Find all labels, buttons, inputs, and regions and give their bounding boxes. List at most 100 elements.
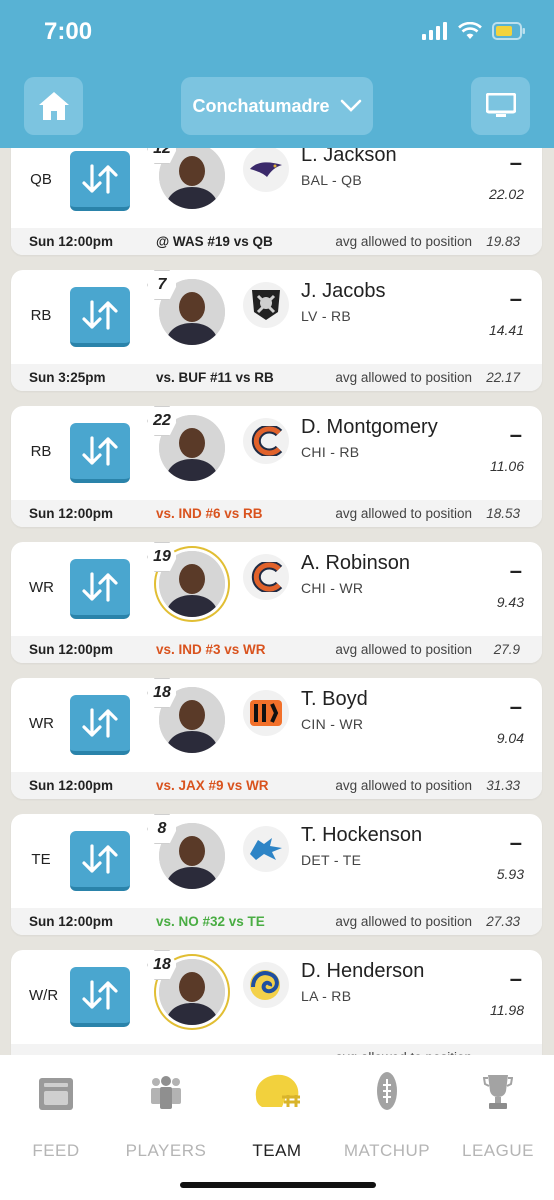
projection: – xyxy=(509,830,522,855)
player-team-position: CHI - RB xyxy=(301,444,360,460)
battery-icon xyxy=(492,22,525,40)
helmet-icon xyxy=(255,1074,300,1107)
status-icons xyxy=(422,22,526,40)
bears-logo-icon xyxy=(243,554,289,600)
slot-position: RB xyxy=(30,443,52,460)
feed-icon xyxy=(39,1078,73,1110)
swap-player-button[interactable] xyxy=(70,695,130,755)
player-name[interactable]: T. Boyd xyxy=(301,688,368,711)
matchup-bar: Sun 12:00pm vs. IND #6 vs RB avg allowed… xyxy=(11,500,542,527)
avg-allowed-value: 22.17 xyxy=(486,370,520,385)
roster-list[interactable]: QB 12 L. Jackson BAL - QB – 22.02 Sun 12… xyxy=(0,148,554,1055)
tab-label: LEAGUE xyxy=(462,1141,534,1160)
tab-label: MATCHUP xyxy=(343,1141,431,1160)
avg-allowed-value: 19.83 xyxy=(486,234,520,249)
tab-players[interactable]: PLAYERS xyxy=(116,1071,216,1161)
player-team-position: DET - TE xyxy=(301,852,362,868)
projection: – xyxy=(509,286,522,311)
projection: – xyxy=(509,150,522,175)
home-indicator xyxy=(180,1182,376,1188)
tab-matchup[interactable]: MATCHUP xyxy=(337,1071,437,1161)
player-team-position: CHI - WR xyxy=(301,580,364,596)
swap-player-button[interactable] xyxy=(70,967,130,1027)
ravens-logo-icon xyxy=(243,148,289,192)
slot-position: WR xyxy=(29,579,54,596)
player-name[interactable]: J. Jacobs xyxy=(301,280,385,303)
roster-card[interactable]: TE 8 T. Hockenson DET - TE – 5.93 Sun 12… xyxy=(11,814,542,935)
team-name: Conchatumadre xyxy=(192,95,330,116)
player-name[interactable]: D. Montgomery xyxy=(301,416,438,439)
opponent-rank: vs. IND #6 vs RB xyxy=(156,506,263,521)
trophy-icon xyxy=(483,1075,513,1109)
roster-card[interactable]: WR 19 A. Robinson CHI - WR – 9.43 Sun 12… xyxy=(11,542,542,663)
monitor-icon xyxy=(485,93,516,117)
bengals-logo-icon xyxy=(243,690,289,736)
swap-arrows-icon xyxy=(82,436,118,466)
football-icon xyxy=(377,1072,397,1110)
bears-logo-icon xyxy=(243,418,289,464)
tab-team[interactable]: TEAM xyxy=(227,1071,327,1161)
roster-card[interactable]: W/R 18 D. Henderson LA - RB – 11.98 avg … xyxy=(11,950,542,1055)
swap-arrows-icon xyxy=(82,980,118,1010)
player-team-position: CIN - WR xyxy=(301,716,364,732)
tv-button[interactable] xyxy=(471,77,530,135)
player-name[interactable]: A. Robinson xyxy=(301,552,410,575)
roster-card[interactable]: RB 7 J. Jacobs LV - RB – 14.41 Sun 3:25p… xyxy=(11,270,542,391)
player-team-position: LV - RB xyxy=(301,308,352,324)
tab-feed[interactable]: FEED xyxy=(6,1071,106,1161)
projection: – xyxy=(509,558,522,583)
roster-card[interactable]: QB 12 L. Jackson BAL - QB – 22.02 Sun 12… xyxy=(11,148,542,255)
game-time: Sun 12:00pm xyxy=(29,506,114,521)
app-header: 7:00 Conchatumadre xyxy=(0,0,554,148)
avg-allowed-value: 18.53 xyxy=(486,506,520,521)
matchup-bar: Sun 12:00pm vs. IND #3 vs WR avg allowed… xyxy=(11,636,542,663)
matchup-bar: Sun 3:25pm vs. BUF #11 vs RB avg allowed… xyxy=(11,364,542,391)
slot-position: QB xyxy=(30,171,52,188)
swap-player-button[interactable] xyxy=(70,287,130,347)
swap-arrows-icon xyxy=(82,708,118,738)
swap-player-button[interactable] xyxy=(70,831,130,891)
avg-allowed-value: 27.33 xyxy=(486,914,520,929)
swap-arrows-icon xyxy=(82,300,118,330)
team-selector[interactable]: Conchatumadre xyxy=(181,77,373,135)
player-name[interactable]: L. Jackson xyxy=(301,148,397,167)
player-team-position: LA - RB xyxy=(301,988,352,1004)
raiders-logo-icon xyxy=(243,282,289,328)
game-time: Sun 3:25pm xyxy=(29,370,106,385)
home-icon xyxy=(38,92,69,120)
status-time: 7:00 xyxy=(44,18,93,45)
tab-bar: FEED PLAYERS TEAM MATCHUP LEAGUE xyxy=(0,1055,554,1200)
swap-player-button[interactable] xyxy=(70,151,130,211)
roster-card[interactable]: WR 18 T. Boyd CIN - WR – 9.04 Sun 12:00p… xyxy=(11,678,542,799)
avg-allowed-label: avg allowed to position xyxy=(335,914,472,929)
swap-player-button[interactable] xyxy=(70,559,130,619)
player-name[interactable]: T. Hockenson xyxy=(301,824,422,847)
swap-player-button[interactable] xyxy=(70,423,130,483)
avg-allowed-label: avg allowed to position xyxy=(335,370,472,385)
game-time: Sun 12:00pm xyxy=(29,234,114,249)
matchup-bar: Sun 12:00pm @ WAS #19 vs QB avg allowed … xyxy=(11,228,542,255)
home-button[interactable] xyxy=(24,77,83,135)
avg-allowed-label: avg allowed to position xyxy=(335,642,472,657)
slot-position: W/R xyxy=(29,987,59,1004)
points-score: 11.98 xyxy=(490,1002,524,1018)
opponent-rank: vs. BUF #11 vs RB xyxy=(156,370,274,385)
points-score: 11.06 xyxy=(490,458,524,474)
points-score: 22.02 xyxy=(488,186,524,202)
matchup-bar: avg allowed to position xyxy=(11,1044,542,1055)
rams-logo-icon xyxy=(243,962,289,1008)
points-score: 5.93 xyxy=(496,866,524,882)
roster-card[interactable]: RB 22 D. Montgomery CHI - RB – 11.06 Sun… xyxy=(11,406,542,527)
opponent-rank: @ WAS #19 vs QB xyxy=(156,234,273,249)
player-name[interactable]: D. Henderson xyxy=(301,960,424,983)
opponent-rank: vs. NO #32 vs TE xyxy=(156,914,265,929)
tab-league[interactable]: LEAGUE xyxy=(448,1071,548,1161)
avg-allowed-label: avg allowed to position xyxy=(335,506,472,521)
signal-icon xyxy=(422,22,447,40)
points-score: 9.43 xyxy=(496,594,524,610)
opponent-rank: vs. IND #3 vs WR xyxy=(156,642,266,657)
opponent-rank: vs. JAX #9 vs WR xyxy=(156,778,269,793)
tab-label: TEAM xyxy=(252,1141,302,1160)
wifi-icon xyxy=(458,22,482,39)
player-team-position: BAL - QB xyxy=(301,172,363,188)
